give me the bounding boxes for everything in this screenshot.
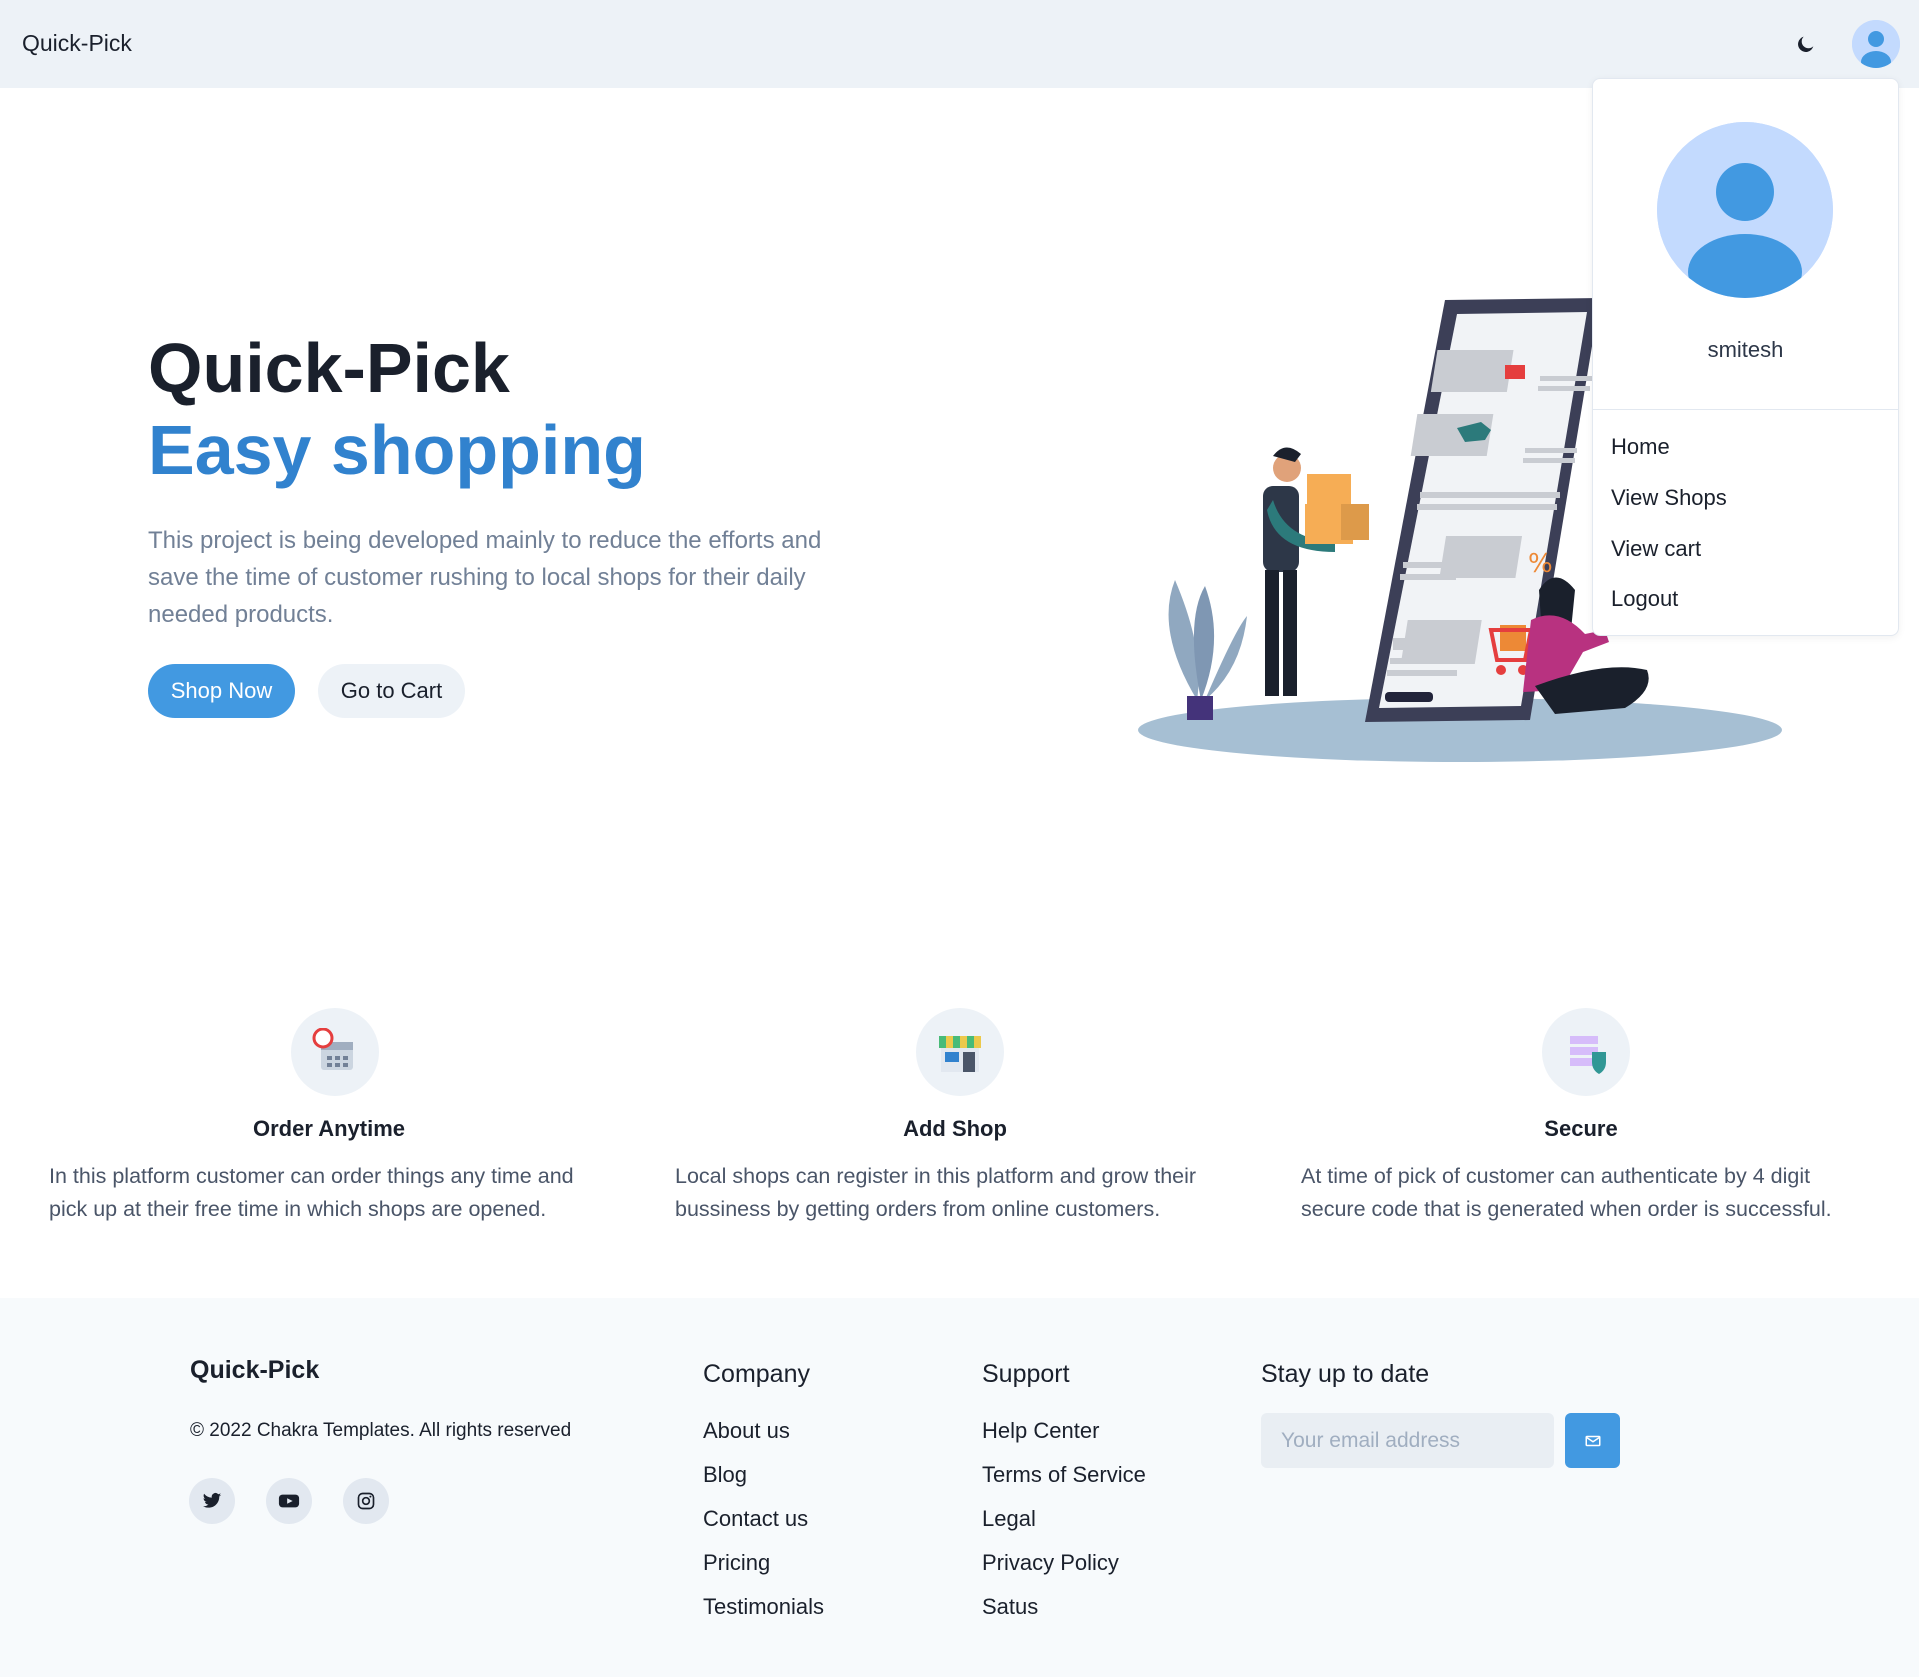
footer-link-about-us[interactable]: About us [703,1418,790,1444]
youtube-icon [278,1494,300,1508]
theme-toggle-button[interactable] [1786,24,1826,64]
feature-icon-wrapper [1542,1008,1630,1096]
navbar: Quick-Pick [0,0,1919,88]
hero-description: This project is being developed mainly t… [148,527,822,628]
feature-title: Secure [1544,1116,1618,1141]
menu-avatar [1657,122,1833,298]
email-input[interactable] [1261,1413,1554,1468]
instagram-button[interactable] [343,1478,389,1524]
feature-title: Order Anytime [252,1116,405,1141]
feature-title: Add Shop [903,1116,1007,1141]
youtube-button[interactable] [266,1478,312,1524]
calendar-icon [312,1028,353,1070]
company-heading: Company [703,1360,810,1388]
feature-description: Local shops can register in this platfor… [675,1164,1197,1221]
footer-link-status[interactable]: Satus [982,1594,1038,1620]
menu-divider [1593,409,1898,410]
newsletter-heading: Stay up to date [1261,1360,1430,1388]
menu-item-view-shops[interactable]: View Shops [1611,485,1727,511]
support-heading: Support [982,1360,1070,1388]
menu-item-logout[interactable]: Logout [1611,586,1678,612]
feature-icon-wrapper [291,1008,379,1096]
secure-shield-icon [1570,1036,1606,1074]
hero-title: Quick-Pick [148,330,510,407]
footer-link-contact-us[interactable]: Contact us [703,1506,808,1532]
hero-subtitle: Easy shopping [148,411,646,489]
footer-copyright: © 2022 Chakra Templates. All rights rese… [190,1420,572,1441]
footer-brand[interactable]: Quick-Pick [190,1356,319,1385]
footer-link-blog[interactable]: Blog [703,1462,747,1488]
feature-description: At time of pick of customer can authenti… [1301,1164,1832,1221]
instagram-icon [357,1492,375,1510]
twitter-icon [202,1493,222,1508]
footer-link-terms[interactable]: Terms of Service [982,1462,1146,1488]
user-avatar-icon [1852,20,1900,68]
footer-link-pricing[interactable]: Pricing [703,1550,770,1576]
menu-username: smitesh [1707,337,1784,362]
menu-item-home[interactable]: Home [1611,434,1670,460]
subscribe-button[interactable] [1565,1413,1620,1468]
brand-logo[interactable]: Quick-Pick [22,30,132,57]
moon-icon [1798,36,1814,52]
user-avatar-button[interactable] [1852,20,1900,68]
user-menu: smitesh Home View Shops View cart Logout [1592,78,1899,636]
hero-title-highlight: Quick-Pick [148,329,510,407]
twitter-button[interactable] [189,1478,235,1524]
feature-description: In this platform customer can order thin… [49,1164,574,1221]
footer-link-help-center[interactable]: Help Center [982,1418,1099,1444]
shop-icon [939,1036,981,1072]
footer: Quick-Pick © 2022 Chakra Templates. All … [0,1298,1919,1677]
user-avatar-icon [1657,122,1833,298]
svg-text:%: % [1528,549,1553,579]
feature-icon-wrapper [916,1008,1004,1096]
send-mail-icon [1585,1435,1600,1446]
footer-link-legal[interactable]: Legal [982,1506,1036,1532]
footer-link-testimonials[interactable]: Testimonials [703,1594,824,1620]
go-to-cart-button[interactable]: Go to Cart [318,664,465,718]
shop-now-button[interactable]: Shop Now [148,664,295,718]
menu-item-view-cart[interactable]: View cart [1611,536,1701,562]
footer-link-privacy-policy[interactable]: Privacy Policy [982,1550,1119,1576]
